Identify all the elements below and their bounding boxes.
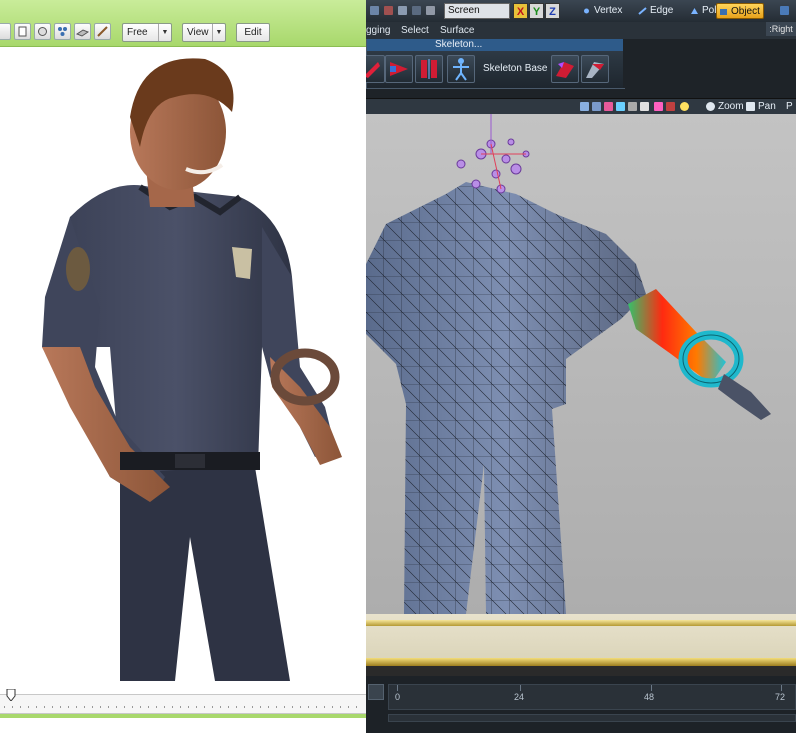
vertex-icon: [584, 8, 589, 14]
timeline-scrollbar[interactable]: [388, 714, 796, 722]
mode-object-label: Object: [731, 6, 760, 17]
select-icon[interactable]: [580, 102, 589, 111]
gold-divider-bottom: [366, 658, 796, 666]
scrubber-handle-icon[interactable]: [6, 689, 16, 701]
wireframe-mesh-render: [366, 114, 771, 614]
brush-icon[interactable]: [592, 102, 601, 111]
skeleton-panel-title[interactable]: Skeleton...: [367, 39, 624, 51]
axis-z-toggle[interactable]: Z: [545, 3, 560, 19]
redo-icon[interactable]: [384, 6, 393, 15]
panel-background: [623, 39, 796, 88]
mode-edge-label: Edge: [650, 5, 674, 16]
timeline-scroll-left-button[interactable]: [368, 684, 384, 700]
police-character-render: [42, 58, 342, 681]
3d-viewport[interactable]: [366, 114, 796, 614]
tab-rigging[interactable]: gging: [366, 23, 390, 38]
timeline-tick: [781, 685, 782, 691]
cube-icon: [720, 9, 727, 15]
tab-strip: gging Select Surface: [366, 22, 796, 39]
left-toolbar: Free ▼ View ▼ Edit: [0, 0, 366, 47]
tick-label-0: 0: [395, 692, 401, 702]
gold-divider-top: [366, 620, 796, 626]
animation-timeline: 0 24 48 72: [366, 676, 796, 733]
modeling-app-pane: Screen X Y Z Vertex Edge Polygon Object …: [366, 0, 796, 733]
mode-vertex-label: Vertex: [594, 5, 623, 16]
timeline-ticks: [4, 706, 362, 708]
undo-icon[interactable]: [370, 6, 379, 15]
shade-icon[interactable]: [666, 102, 675, 111]
bone-arrow-icon[interactable]: [385, 55, 413, 83]
circle-icon[interactable]: [34, 23, 51, 40]
wire-icon[interactable]: [616, 102, 625, 111]
viewport-extra-label[interactable]: P: [786, 100, 793, 113]
skeleton-figure-icon[interactable]: [447, 55, 475, 83]
timeline-accent-bar: [0, 714, 366, 718]
tab-surface[interactable]: Surface: [440, 23, 474, 38]
view-name-label: :Right: [766, 22, 796, 36]
window-icon[interactable]: [780, 6, 789, 15]
chevron-down-icon: ▼: [158, 24, 171, 41]
hand-icon[interactable]: [746, 102, 755, 111]
character-viewer-pane: Free ▼ View ▼ Edit: [0, 0, 366, 733]
tick-label-72: 72: [775, 692, 786, 702]
pan-label[interactable]: Pan: [758, 100, 776, 113]
tab-select[interactable]: Select: [401, 23, 429, 38]
edit-button[interactable]: Edit: [236, 23, 270, 42]
timeline-tick: [651, 685, 652, 691]
bone-bend-icon[interactable]: [551, 55, 579, 83]
lock-icon[interactable]: [426, 6, 435, 15]
tool-icon[interactable]: [398, 6, 407, 15]
bone-tool-icon[interactable]: [366, 55, 385, 83]
grid-icon[interactable]: [628, 102, 637, 111]
character-viewport[interactable]: [0, 47, 366, 681]
main-toolbar: Screen X Y Z Vertex Edge Polygon Object: [366, 0, 796, 23]
skeleton-base-label[interactable]: Skeleton Base: [483, 63, 548, 74]
tick-label-24: 24: [514, 692, 525, 702]
axis-x-toggle[interactable]: X: [513, 3, 528, 19]
checker-icon[interactable]: [640, 102, 649, 111]
coordinate-space-value: Screen: [448, 5, 480, 16]
left-timeline: [0, 684, 366, 733]
timeline-track[interactable]: [0, 694, 366, 714]
mode-object-button[interactable]: Object: [716, 3, 764, 19]
molecule-icon[interactable]: [54, 23, 71, 40]
timeline-header: [366, 614, 796, 676]
viewport-toolbar: Zoom Pan P: [366, 98, 796, 115]
timeline-tick: [397, 685, 398, 691]
timeline-track[interactable]: 0 24 48 72: [388, 684, 796, 710]
brush-icon[interactable]: [94, 23, 111, 40]
mode-vertex-button[interactable]: Vertex: [580, 3, 636, 19]
zoom-label[interactable]: Zoom: [718, 100, 744, 113]
link-icon[interactable]: [412, 6, 421, 15]
view-dropdown-label: View: [187, 27, 209, 38]
light-icon[interactable]: [680, 102, 689, 111]
paint-icon[interactable]: [604, 102, 613, 111]
page-icon[interactable]: [14, 23, 31, 40]
view-dropdown[interactable]: View ▼: [182, 23, 226, 42]
camera-mode-dropdown[interactable]: Free ▼: [122, 23, 172, 42]
bone-angle-icon[interactable]: [581, 55, 609, 83]
floor-plane-icon[interactable]: [74, 23, 91, 40]
chevron-down-icon: ▼: [212, 24, 225, 41]
camera-mode-value: Free: [127, 27, 148, 38]
tick-label-48: 48: [644, 692, 655, 702]
texture-icon[interactable]: [654, 102, 663, 111]
divider-gap: [366, 666, 796, 676]
zoom-icon[interactable]: [706, 102, 715, 111]
mode-edge-button[interactable]: Edge: [636, 3, 688, 19]
timeline-tick: [520, 685, 521, 691]
skeleton-panel: Skeleton... Skeleton Base: [366, 39, 625, 89]
coordinate-space-select[interactable]: Screen: [444, 3, 510, 19]
square-tool-button[interactable]: [0, 23, 11, 40]
polygon-icon: [691, 8, 698, 14]
mirror-bone-icon[interactable]: [415, 55, 443, 83]
axis-y-toggle[interactable]: Y: [529, 3, 544, 19]
edge-icon: [638, 7, 647, 15]
